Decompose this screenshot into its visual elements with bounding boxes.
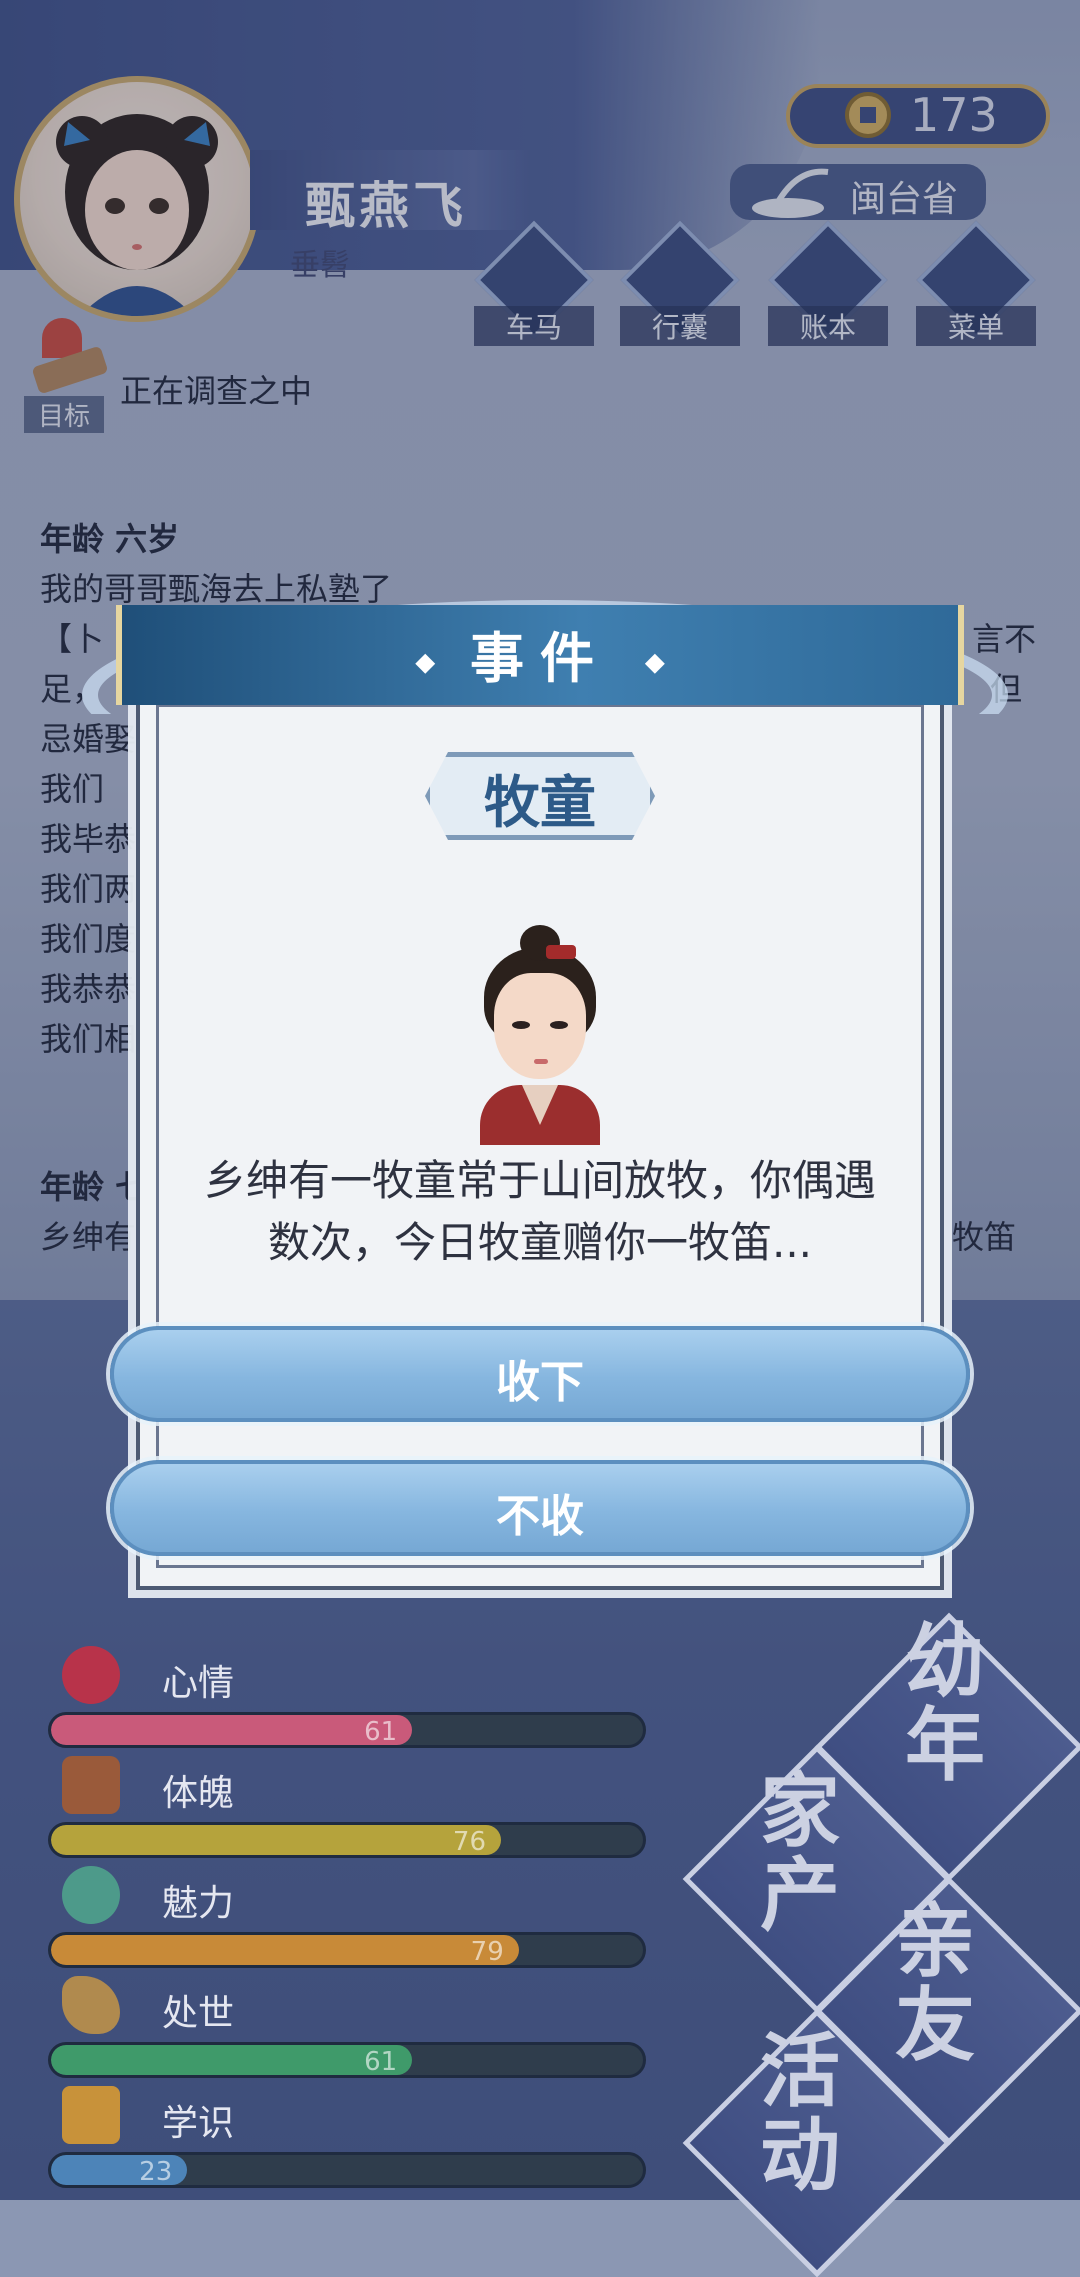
stat-value: 61 bbox=[364, 2047, 398, 2077]
phase-childhood-label: 幼年 bbox=[905, 1615, 985, 1792]
stat-bar-charm: 79 bbox=[48, 1932, 646, 1968]
decline-label: 不收 bbox=[496, 1491, 584, 1542]
event-title: ◆ 事件 ◆ bbox=[116, 614, 964, 693]
stat-value: 79 bbox=[470, 1937, 504, 1967]
event-title-text: 事件 bbox=[470, 627, 610, 690]
shepherd-boy-portrait bbox=[470, 925, 610, 1145]
stat-bar-worldly: 61 bbox=[48, 2042, 646, 2078]
diamond-icon: ◆ bbox=[415, 647, 436, 678]
flower-icon bbox=[62, 1646, 120, 1704]
stat-fill bbox=[51, 1935, 519, 1965]
npc-mouth bbox=[534, 1059, 548, 1064]
npc-eye bbox=[550, 1021, 568, 1029]
stat-label-worldly: 处世 bbox=[162, 1993, 235, 2034]
stat-value: 23 bbox=[139, 2157, 173, 2187]
phase-relatives-label: 亲友 bbox=[895, 1895, 975, 2072]
npc-eye bbox=[512, 1021, 530, 1029]
phase-property-label: 家产 bbox=[760, 1765, 840, 1942]
npc-hair-ribbon bbox=[546, 945, 576, 959]
npc-name: 牧童 bbox=[484, 771, 596, 836]
stat-label-mood: 心情 bbox=[162, 1663, 235, 1704]
brush-pot-icon bbox=[62, 2086, 120, 2144]
stat-value: 61 bbox=[364, 1717, 398, 1747]
stat-bar-mood: 61 bbox=[48, 1712, 646, 1748]
stat-fill bbox=[51, 1825, 501, 1855]
stat-label-charm: 魅力 bbox=[162, 1883, 235, 1924]
phase-activities-label: 活动 bbox=[760, 2025, 840, 2202]
event-description: 乡绅有一牧童常于山间放牧，你偶遇数次，今日牧童赠你一牧笛... bbox=[203, 1156, 876, 1267]
stat-fill bbox=[51, 1715, 413, 1745]
accept-label: 收下 bbox=[496, 1357, 584, 1408]
jade-icon bbox=[62, 1866, 120, 1924]
stat-label-knowledge: 学识 bbox=[162, 2103, 235, 2144]
stat-bar-knowledge: 23 bbox=[48, 2152, 646, 2188]
hydrant-icon bbox=[62, 1756, 120, 1814]
diamond-icon: ◆ bbox=[644, 647, 665, 678]
stat-fill bbox=[51, 2045, 413, 2075]
stat-bar-physique: 76 bbox=[48, 1822, 646, 1858]
stat-label-physique: 体魄 bbox=[162, 1773, 235, 1814]
stat-value: 76 bbox=[452, 1827, 486, 1857]
